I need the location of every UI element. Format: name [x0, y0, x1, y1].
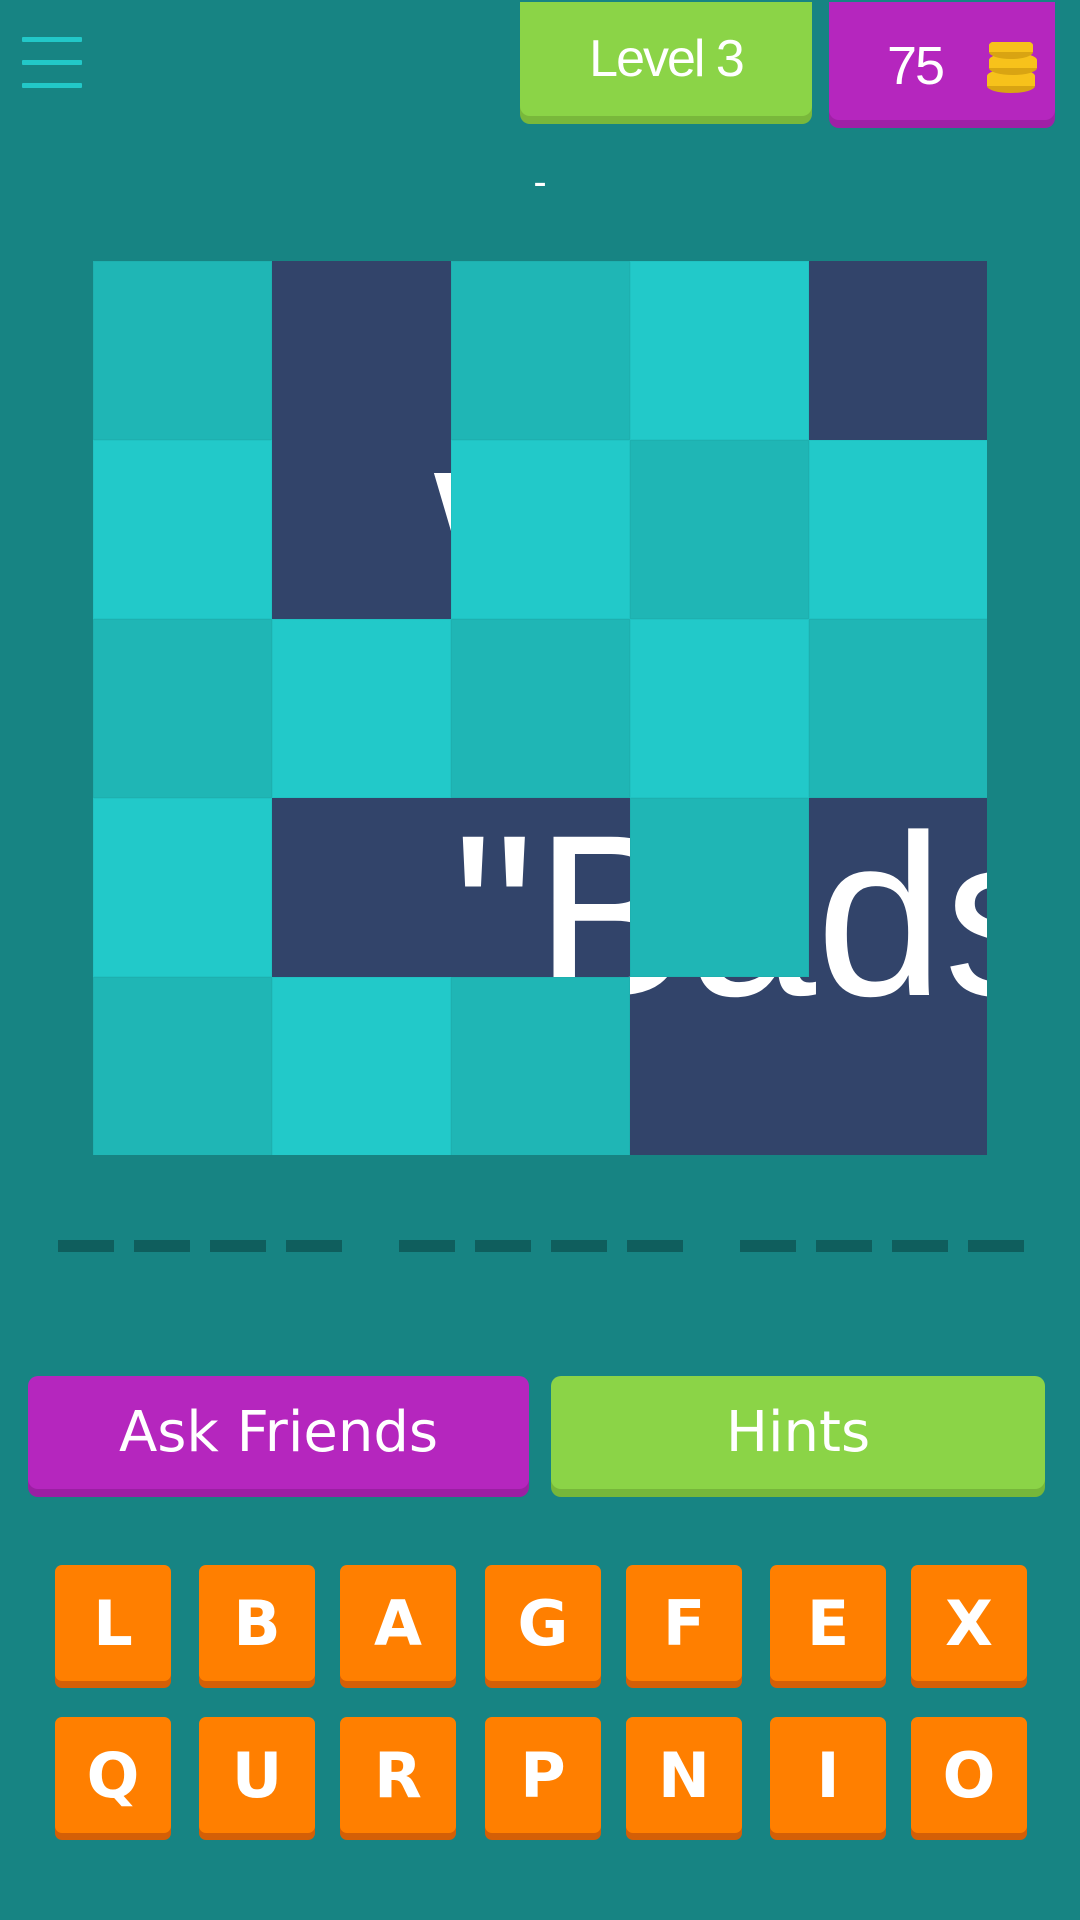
answer-slot[interactable] [627, 1240, 683, 1252]
answer-slot[interactable] [210, 1240, 266, 1252]
letter-key[interactable]: L [55, 1565, 171, 1681]
answer-slot[interactable] [740, 1240, 796, 1252]
menu-button[interactable] [22, 37, 82, 89]
hamburger-icon-line [22, 37, 82, 42]
puzzle-tile [93, 261, 272, 440]
letter-key[interactable]: B [199, 1565, 315, 1681]
puzzle-tile [272, 619, 451, 798]
letter-key[interactable]: R [340, 1717, 456, 1833]
puzzle-tile [630, 440, 809, 619]
puzzle-tile [93, 440, 272, 619]
letter-key[interactable]: U [199, 1717, 315, 1833]
letter-key[interactable]: E [770, 1565, 886, 1681]
puzzle-tile [451, 619, 630, 798]
letter-key[interactable]: O [911, 1717, 1027, 1833]
letter-key[interactable]: P [485, 1717, 601, 1833]
ask-friends-label: Ask Friends [118, 1400, 439, 1465]
coin-stack-icon [987, 42, 1037, 93]
hints-button[interactable]: Hints [551, 1376, 1045, 1489]
hamburger-icon-line [22, 83, 82, 88]
puzzle-tile [272, 977, 451, 1155]
puzzle-image: W "Bads [93, 261, 987, 1155]
hints-label: Hints [725, 1400, 871, 1465]
answer-slot[interactable] [475, 1240, 531, 1252]
puzzle-tile [451, 977, 630, 1155]
answer-slot[interactable] [892, 1240, 948, 1252]
ask-friends-button[interactable]: Ask Friends [28, 1376, 529, 1489]
answer-slot[interactable] [968, 1240, 1024, 1252]
puzzle-tile [93, 619, 272, 798]
answer-slot[interactable] [58, 1240, 114, 1252]
puzzle-tile [630, 798, 809, 977]
answer-slot[interactable] [399, 1240, 455, 1252]
puzzle-tile [451, 261, 630, 440]
puzzle-tile [630, 261, 809, 440]
coins-badge[interactable]: 75 [829, 2, 1055, 120]
hint-text: - [533, 160, 547, 204]
level-label: Level 3 [589, 30, 745, 88]
letter-key[interactable]: A [340, 1565, 456, 1681]
hamburger-icon-line [22, 60, 82, 65]
answer-slot[interactable] [551, 1240, 607, 1252]
letter-key[interactable]: Q [55, 1717, 171, 1833]
level-badge: Level 3 [520, 2, 812, 116]
puzzle-tile [809, 440, 987, 619]
letter-key[interactable]: F [626, 1565, 742, 1681]
puzzle-tile [93, 798, 272, 977]
answer-slot[interactable] [134, 1240, 190, 1252]
answer-slot[interactable] [816, 1240, 872, 1252]
letter-key[interactable]: X [911, 1565, 1027, 1681]
letter-key[interactable]: I [770, 1717, 886, 1833]
puzzle-tile [809, 619, 987, 798]
letter-key[interactable]: G [485, 1565, 601, 1681]
puzzle-tile [630, 619, 809, 798]
coin-count: 75 [887, 36, 945, 96]
puzzle-tile [93, 977, 272, 1155]
answer-slot[interactable] [286, 1240, 342, 1252]
puzzle-tile [451, 440, 630, 619]
letter-key[interactable]: N [626, 1717, 742, 1833]
